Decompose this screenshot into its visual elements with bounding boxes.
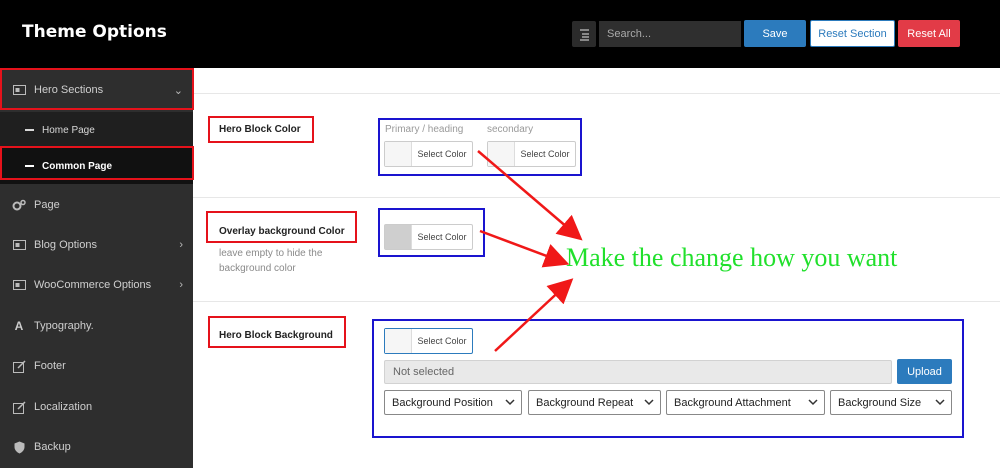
panel-icon bbox=[12, 240, 26, 250]
list-icon bbox=[580, 29, 589, 41]
sidebar-item-backup[interactable]: Backup bbox=[0, 427, 193, 467]
field-divider bbox=[193, 197, 1000, 198]
chevron-right-icon: › bbox=[179, 279, 183, 291]
sidebar-item-label: Typography. bbox=[34, 320, 94, 332]
sidebar-item-footer[interactable]: Footer bbox=[0, 346, 193, 386]
save-button[interactable]: Save bbox=[744, 20, 806, 47]
panel-icon bbox=[12, 280, 26, 290]
sidebar-item-typography[interactable]: A Typography. bbox=[0, 306, 193, 346]
top-header: Theme Options Save Reset Section Reset A… bbox=[0, 0, 1000, 68]
sidebar: Hero Sections ⌄ Home Page Common Page Pa… bbox=[0, 68, 193, 468]
annotation-box-color-pickers bbox=[378, 118, 582, 176]
edit-icon bbox=[12, 359, 26, 373]
sidebar-item-page[interactable]: Page bbox=[0, 185, 193, 225]
annotation-box-overlay-picker bbox=[378, 208, 485, 257]
gears-icon bbox=[12, 199, 26, 211]
sidebar-item-label: Blog Options bbox=[34, 239, 97, 251]
sidebar-subitem-home-page[interactable]: Home Page bbox=[0, 112, 193, 148]
sidebar-item-woocommerce-options[interactable]: WooCommerce Options › bbox=[0, 265, 193, 305]
annotation-box-hero-background bbox=[208, 316, 346, 348]
sidebar-item-label: Backup bbox=[34, 441, 71, 453]
sidebar-item-label: Home Page bbox=[42, 124, 95, 136]
shield-icon bbox=[12, 441, 26, 454]
overlay-description: leave empty to hide the background color bbox=[219, 248, 323, 274]
annotation-box-hero-sections bbox=[0, 68, 194, 110]
annotation-box-background-fields bbox=[372, 319, 964, 438]
field-divider bbox=[193, 301, 1000, 302]
section-top-strip bbox=[193, 68, 1000, 94]
sidebar-item-label: Page bbox=[34, 199, 60, 211]
font-icon: A bbox=[14, 319, 24, 333]
annotation-box-overlay bbox=[206, 211, 357, 243]
chevron-right-icon: › bbox=[179, 239, 183, 251]
dash-icon bbox=[25, 129, 34, 131]
sidebar-item-label: Footer bbox=[34, 360, 66, 372]
search-input[interactable] bbox=[599, 21, 741, 47]
reset-all-button[interactable]: Reset All bbox=[898, 20, 960, 47]
annotation-text: Make the change how you want bbox=[566, 243, 898, 272]
sidebar-item-blog-options[interactable]: Blog Options › bbox=[0, 225, 193, 265]
annotation-box-common-page bbox=[0, 146, 194, 180]
edit-icon bbox=[12, 400, 26, 414]
reset-section-button[interactable]: Reset Section bbox=[810, 20, 895, 47]
page-title: Theme Options bbox=[22, 22, 167, 42]
annotation-box-hero-block-color bbox=[208, 116, 314, 143]
toc-toggle-button[interactable] bbox=[572, 21, 596, 47]
sidebar-item-localization[interactable]: Localization bbox=[0, 387, 193, 427]
sidebar-item-label: Localization bbox=[34, 401, 93, 413]
sidebar-item-label: WooCommerce Options bbox=[34, 279, 152, 291]
